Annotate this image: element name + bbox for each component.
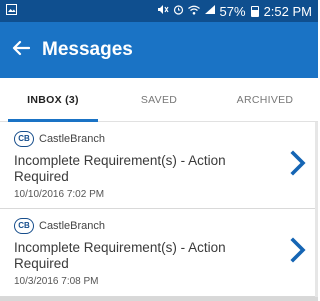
- message-date: 10/10/2016 7:02 PM: [14, 189, 105, 200]
- bottom-divider: [0, 297, 318, 301]
- tab-archived[interactable]: ARCHIVED: [212, 78, 318, 121]
- message-subject: Incomplete Requirement(s) - Action Requi…: [14, 240, 226, 271]
- message-date: 10/3/2016 7:08 PM: [14, 276, 99, 287]
- sender-name: CastleBranch: [39, 220, 106, 232]
- castlebranch-logo: CB: [14, 218, 34, 234]
- app-bar: Messages: [0, 22, 318, 78]
- back-arrow-icon[interactable]: [0, 40, 42, 60]
- message-subject: Incomplete Requirement(s) - Action Requi…: [14, 153, 226, 184]
- message-list: CB CastleBranch Incomplete Requirement(s…: [0, 122, 318, 297]
- message-item[interactable]: CB CastleBranch Incomplete Requirement(s…: [0, 122, 318, 209]
- tab-saved[interactable]: SAVED: [106, 78, 212, 121]
- sender-row: CB CastleBranch: [14, 217, 274, 235]
- wifi-icon: [187, 5, 200, 18]
- alarm-icon: [173, 4, 184, 18]
- mute-icon: [157, 4, 169, 18]
- sender-name: CastleBranch: [39, 133, 106, 145]
- chevron-right-icon[interactable]: [288, 150, 308, 176]
- castlebranch-logo: CB: [14, 131, 34, 147]
- chevron-right-icon[interactable]: [288, 237, 308, 263]
- clock: 2:52 PM: [263, 3, 312, 19]
- message-item[interactable]: CB CastleBranch Incomplete Requirement(s…: [0, 209, 318, 297]
- scroll-rail: [315, 122, 318, 297]
- signal-icon: [204, 4, 216, 18]
- sender-row: CB CastleBranch: [14, 130, 274, 148]
- tab-bar: INBOX (3) SAVED ARCHIVED: [0, 78, 318, 122]
- status-bar: 57% 2:52 PM: [0, 0, 318, 22]
- battery-icon: [250, 5, 259, 17]
- page-title: Messages: [42, 39, 133, 60]
- battery-percent: 57%: [219, 3, 246, 19]
- tab-inbox[interactable]: INBOX (3): [0, 78, 106, 122]
- gallery-icon: [6, 4, 17, 18]
